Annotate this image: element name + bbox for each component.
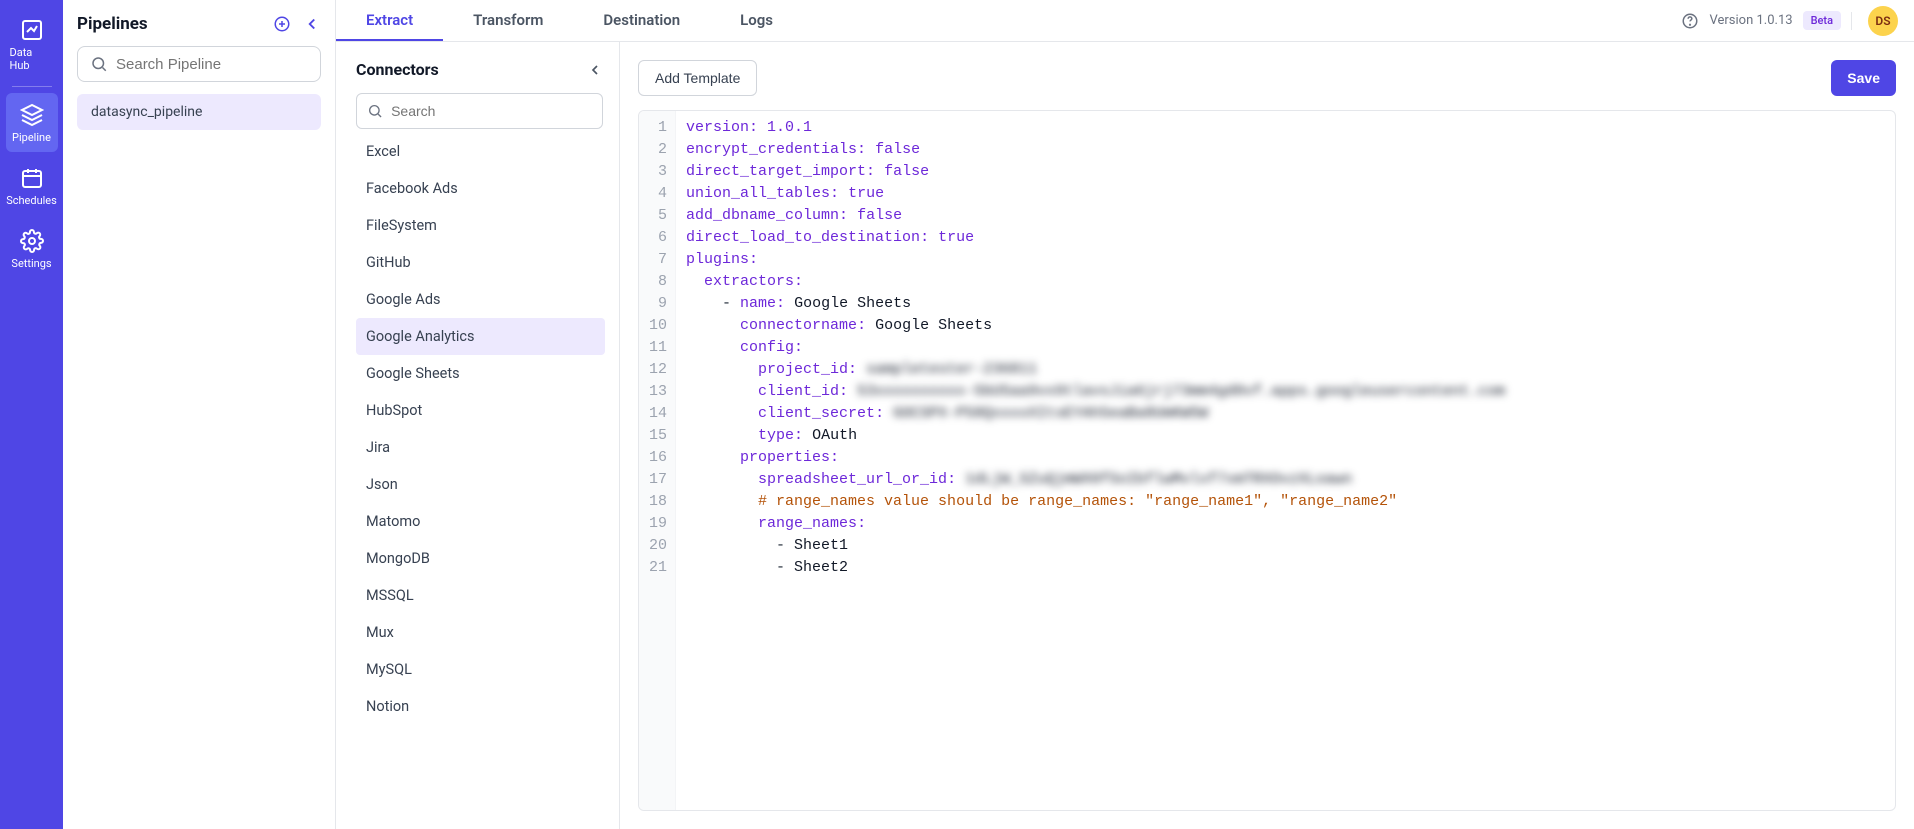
tab-extract[interactable]: Extract <box>336 0 443 41</box>
connector-item[interactable]: FileSystem <box>356 207 605 244</box>
connector-item[interactable]: MySQL <box>356 651 605 688</box>
avatar[interactable]: DS <box>1868 6 1898 36</box>
connectors-panel: Connectors ExcelFacebook AdsFileSystemGi… <box>336 42 620 829</box>
connectors-title: Connectors <box>356 60 439 79</box>
version-text: Version 1.0.13 <box>1709 13 1792 28</box>
help-icon[interactable] <box>1681 12 1699 30</box>
connector-item[interactable]: Google Ads <box>356 281 605 318</box>
pipelines-title: Pipelines <box>77 14 148 34</box>
save-button[interactable]: Save <box>1831 60 1896 96</box>
tab-transform[interactable]: Transform <box>443 0 573 41</box>
pipeline-item[interactable]: datasync_pipeline <box>77 94 321 130</box>
connector-item[interactable]: Jira <box>356 429 605 466</box>
collapse-pipelines-icon[interactable] <box>303 15 321 33</box>
beta-badge: Beta <box>1803 11 1841 30</box>
code-editor[interactable]: 123456789101112131415161718192021 versio… <box>638 110 1896 811</box>
connector-item[interactable]: Facebook Ads <box>356 170 605 207</box>
connector-item[interactable]: GitHub <box>356 244 605 281</box>
top-bar: ExtractTransformDestinationLogs Version … <box>336 0 1914 42</box>
pipeline-search[interactable] <box>77 46 321 82</box>
connector-item[interactable]: Matomo <box>356 503 605 540</box>
nav-rail: Data Hub PipelineSchedulesSettings <box>0 0 63 829</box>
connector-item[interactable]: Excel <box>356 133 605 170</box>
editor-area: Add Template Save 1234567891011121314151… <box>620 42 1914 829</box>
pipelines-panel: Pipelines datasync_pipeline <box>63 0 336 829</box>
add-template-button[interactable]: Add Template <box>638 60 757 96</box>
search-icon <box>367 102 383 120</box>
connector-item[interactable]: MSSQL <box>356 577 605 614</box>
connector-item[interactable]: Google Analytics <box>356 318 605 355</box>
connector-item[interactable]: Notion <box>356 688 605 725</box>
code-content[interactable]: version: 1.0.1encrypt_credentials: false… <box>676 111 1895 810</box>
nav-settings[interactable]: Settings <box>6 219 58 278</box>
collapse-connectors-icon[interactable] <box>587 62 603 78</box>
connector-item[interactable]: Google Sheets <box>356 355 605 392</box>
connector-item[interactable]: Mux <box>356 614 605 651</box>
tabs: ExtractTransformDestinationLogs <box>336 0 803 41</box>
nav-schedules[interactable]: Schedules <box>6 156 58 215</box>
connectors-search[interactable] <box>356 93 603 129</box>
gutter: 123456789101112131415161718192021 <box>639 111 676 810</box>
pipeline-list: datasync_pipeline <box>77 94 321 130</box>
pipeline-search-input[interactable] <box>116 56 308 73</box>
search-icon <box>90 55 108 73</box>
connectors-search-input[interactable] <box>391 103 592 119</box>
connector-item[interactable]: MongoDB <box>356 540 605 577</box>
tab-destination[interactable]: Destination <box>573 0 710 41</box>
connector-item[interactable]: HubSpot <box>356 392 605 429</box>
add-pipeline-icon[interactable] <box>273 15 291 33</box>
nav-pipeline[interactable]: Pipeline <box>6 93 58 152</box>
nav-data-hub[interactable]: Data Hub <box>6 8 58 80</box>
connector-list: ExcelFacebook AdsFileSystemGitHubGoogle … <box>356 133 609 829</box>
tab-logs[interactable]: Logs <box>710 0 803 41</box>
connector-item[interactable]: Json <box>356 466 605 503</box>
